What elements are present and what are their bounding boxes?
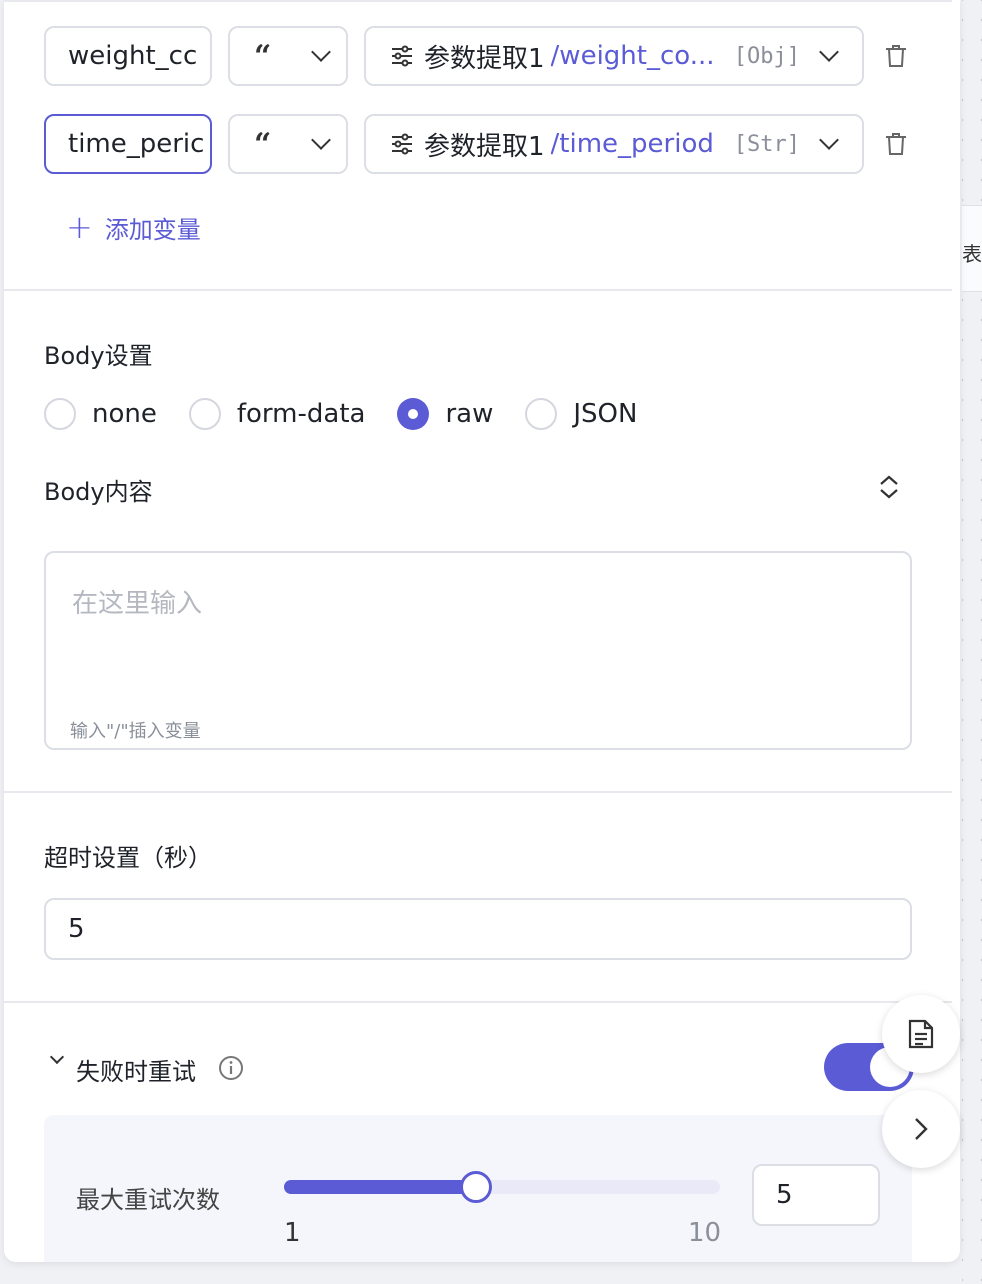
radio-form-data-label[interactable]: form-data bbox=[237, 399, 366, 429]
source-path-2: /time_period bbox=[550, 129, 714, 159]
radio-raw[interactable] bbox=[397, 398, 430, 430]
variable-type-select-2[interactable]: “ bbox=[228, 114, 348, 174]
variable-name-2: time_peric bbox=[68, 129, 205, 159]
radio-json-label[interactable]: JSON bbox=[573, 399, 637, 429]
variable-source-select-1[interactable]: 参数提取1 /weight_co... [Obj] bbox=[364, 26, 864, 86]
section-divider bbox=[4, 289, 952, 291]
next-button[interactable] bbox=[882, 1090, 960, 1168]
max-retries-label: 最大重试次数 bbox=[76, 1186, 220, 1214]
top-divider bbox=[4, 0, 952, 2]
source-type-2: [Str] bbox=[733, 131, 800, 157]
slider-thumb[interactable] bbox=[459, 1171, 492, 1203]
source-node-label-1: 参数提取1 bbox=[424, 43, 545, 74]
body-type-radio-group: none form-data raw JSON bbox=[44, 398, 669, 430]
quote-icon: “ bbox=[254, 126, 272, 162]
radio-json[interactable] bbox=[525, 398, 558, 430]
source-type-1: [Obj] bbox=[733, 43, 800, 69]
insert-variable-hint: 输入"/"插入变量 bbox=[70, 721, 201, 742]
variable-name-input-2[interactable]: time_peric bbox=[44, 114, 212, 174]
info-icon[interactable] bbox=[218, 1055, 244, 1081]
max-retries-slider[interactable] bbox=[284, 1171, 720, 1203]
variable-name-input-1[interactable]: weight_cc bbox=[44, 26, 212, 86]
trash-icon[interactable] bbox=[885, 132, 907, 156]
timeout-title: 超时设置（秒） bbox=[44, 844, 212, 872]
radio-none[interactable] bbox=[44, 398, 76, 430]
chevron-right-icon bbox=[915, 1118, 928, 1140]
plus-icon: + bbox=[66, 208, 93, 246]
chevron-down-icon bbox=[311, 42, 331, 62]
radio-none-label[interactable]: none bbox=[92, 399, 157, 429]
expand-collapse-icon[interactable] bbox=[878, 475, 900, 499]
add-variable-label: 添加变量 bbox=[104, 215, 201, 244]
variable-source-select-2[interactable]: 参数提取1 /time_period [Str] bbox=[364, 114, 864, 174]
chevron-down-icon bbox=[819, 130, 839, 150]
variable-type-select-1[interactable]: “ bbox=[228, 26, 348, 86]
section-divider bbox=[4, 1001, 952, 1003]
notes-button[interactable] bbox=[882, 995, 960, 1073]
max-retries-input[interactable]: 5 bbox=[752, 1164, 880, 1226]
chevron-down-icon[interactable] bbox=[49, 1049, 65, 1065]
radio-form-data[interactable] bbox=[188, 398, 221, 430]
retry-title: 失败时重试 bbox=[76, 1058, 196, 1086]
node-config-panel: weight_cc “ 参数提取1 /weight_co... [Obj] ti… bbox=[4, 0, 960, 1262]
slider-max-label: 10 bbox=[688, 1218, 722, 1248]
background-strip: 表 bbox=[962, 205, 982, 292]
slider-min-label: 1 bbox=[284, 1218, 301, 1248]
source-node-label-2: 参数提取1 bbox=[424, 131, 545, 162]
variable-name-1: weight_cc bbox=[68, 41, 198, 71]
max-retries-value: 5 bbox=[776, 1180, 793, 1210]
sliders-icon bbox=[392, 45, 412, 67]
document-icon bbox=[908, 1019, 934, 1049]
radio-raw-label[interactable]: raw bbox=[445, 399, 493, 429]
body-content-editor[interactable]: 在这里输入 输入"/"插入变量 bbox=[44, 551, 912, 750]
timeout-value: 5 bbox=[68, 914, 85, 944]
background-strip-text: 表 bbox=[962, 242, 982, 266]
timeout-input[interactable]: 5 bbox=[44, 898, 912, 960]
body-content-placeholder: 在这里输入 bbox=[72, 589, 203, 619]
add-variable-button[interactable]: + 添加变量 bbox=[66, 208, 201, 246]
chevron-down-icon bbox=[311, 130, 331, 150]
chevron-down-icon bbox=[819, 42, 839, 62]
body-settings-title: Body设置 bbox=[44, 342, 153, 370]
body-content-title: Body内容 bbox=[44, 478, 153, 506]
canvas-dot-grid bbox=[962, 0, 982, 1284]
section-divider bbox=[4, 791, 952, 793]
trash-icon[interactable] bbox=[885, 44, 907, 68]
source-path-1: /weight_co... bbox=[550, 41, 715, 71]
quote-icon: “ bbox=[254, 38, 272, 74]
slider-fill bbox=[284, 1180, 476, 1194]
sliders-icon bbox=[392, 133, 412, 155]
